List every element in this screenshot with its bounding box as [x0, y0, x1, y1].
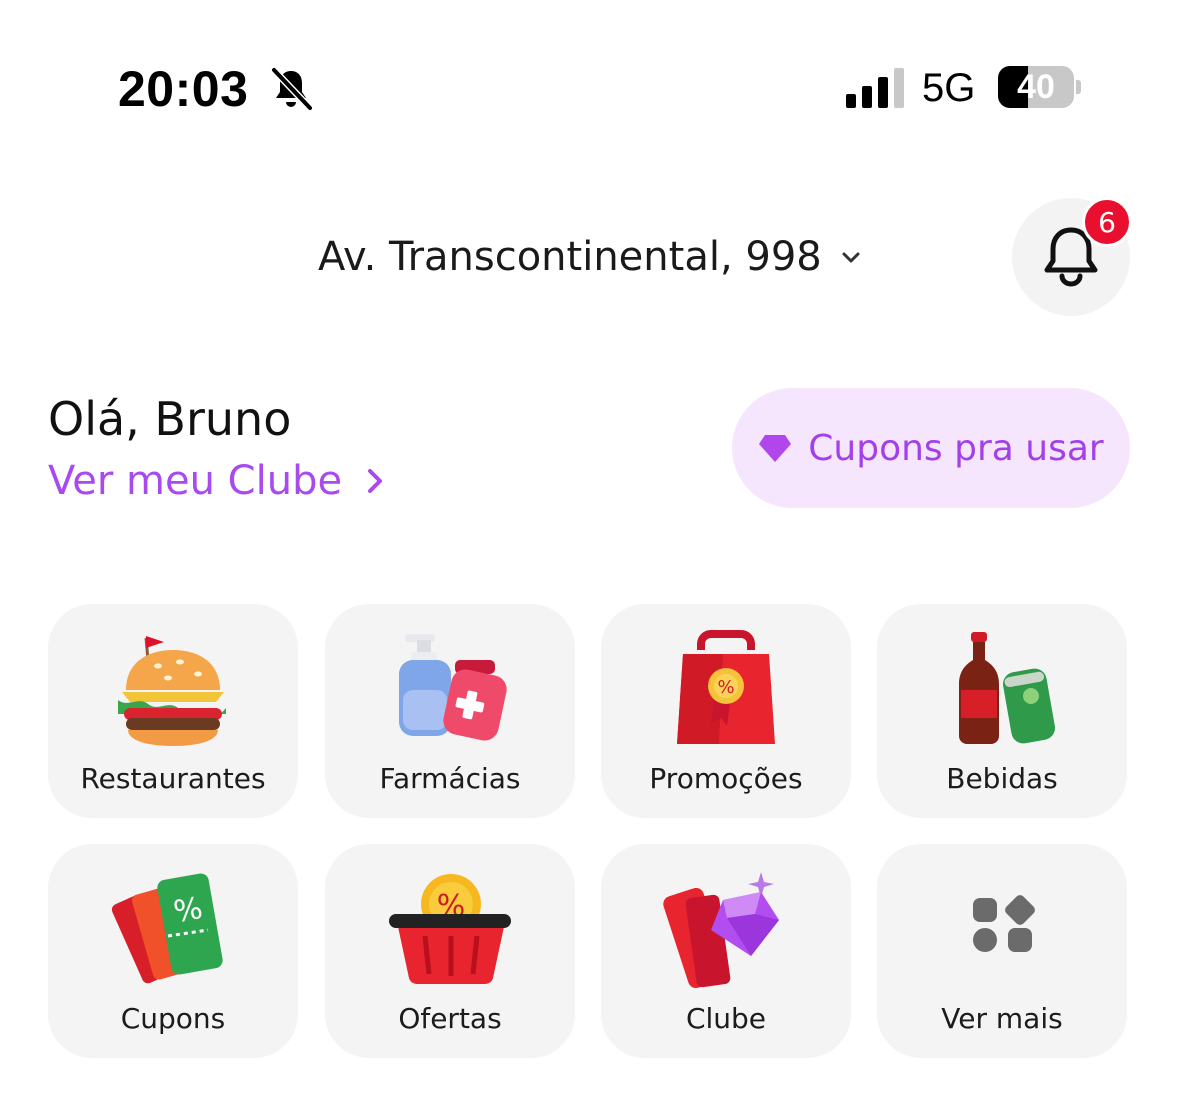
battery-indicator: 40	[998, 66, 1074, 108]
category-label: Restaurantes	[80, 762, 266, 795]
greeting-title: Olá, Bruno	[48, 392, 292, 446]
club-diamond-icon	[663, 872, 779, 989]
network-type: 5G	[922, 66, 976, 110]
category-clube[interactable]: Clube	[601, 844, 851, 1058]
battery-tip	[1076, 80, 1081, 94]
category-restaurantes[interactable]: Restaurantes	[48, 604, 298, 818]
category-farmacias[interactable]: Farmácias	[325, 604, 575, 818]
category-label: Cupons	[120, 1002, 226, 1035]
chevron-down-icon	[842, 252, 860, 263]
diamond-icon	[759, 435, 792, 462]
more-grid-icon	[973, 895, 1035, 952]
address-selector[interactable]: Av. Transcontinental, 998	[318, 234, 862, 280]
silent-bell-icon	[271, 67, 313, 111]
address-text: Av. Transcontinental, 998	[318, 234, 822, 280]
coupons-to-use-label: Cupons pra usar	[808, 427, 1104, 469]
svg-text:%: %	[171, 891, 205, 930]
promo-bag-icon: %	[677, 630, 775, 744]
burger-icon	[118, 636, 226, 746]
category-ofertas[interactable]: % Ofertas	[325, 844, 575, 1058]
svg-text:%: %	[717, 677, 734, 698]
category-bebidas[interactable]: Bebidas	[877, 604, 1127, 818]
club-link[interactable]: Ver meu Clube	[48, 458, 384, 504]
club-link-label: Ver meu Clube	[48, 458, 343, 504]
category-label: Farmácias	[379, 762, 521, 795]
battery-level: 40	[1017, 67, 1055, 106]
cellular-signal-icon	[846, 68, 904, 108]
coupon-tickets-icon: %	[111, 873, 223, 984]
chevron-right-icon	[368, 469, 383, 493]
category-label: Promoções	[649, 762, 803, 795]
offers-basket-icon: %	[389, 874, 511, 985]
category-label: Bebidas	[946, 762, 1058, 795]
category-ver-mais[interactable]: Ver mais	[877, 844, 1127, 1058]
status-time: 20:03	[118, 61, 249, 117]
category-label: Clube	[685, 1002, 767, 1035]
pharmacy-icon	[399, 634, 507, 741]
notification-badge: 6	[1082, 197, 1132, 247]
drinks-icon	[959, 632, 1056, 744]
category-label: Ver mais	[941, 1002, 1063, 1035]
category-cupons[interactable]: % Cupons	[48, 844, 298, 1058]
category-promocoes[interactable]: % Promoções	[601, 604, 851, 818]
coupons-to-use-button[interactable]: Cupons pra usar	[732, 388, 1130, 508]
category-label: Ofertas	[398, 1002, 502, 1035]
